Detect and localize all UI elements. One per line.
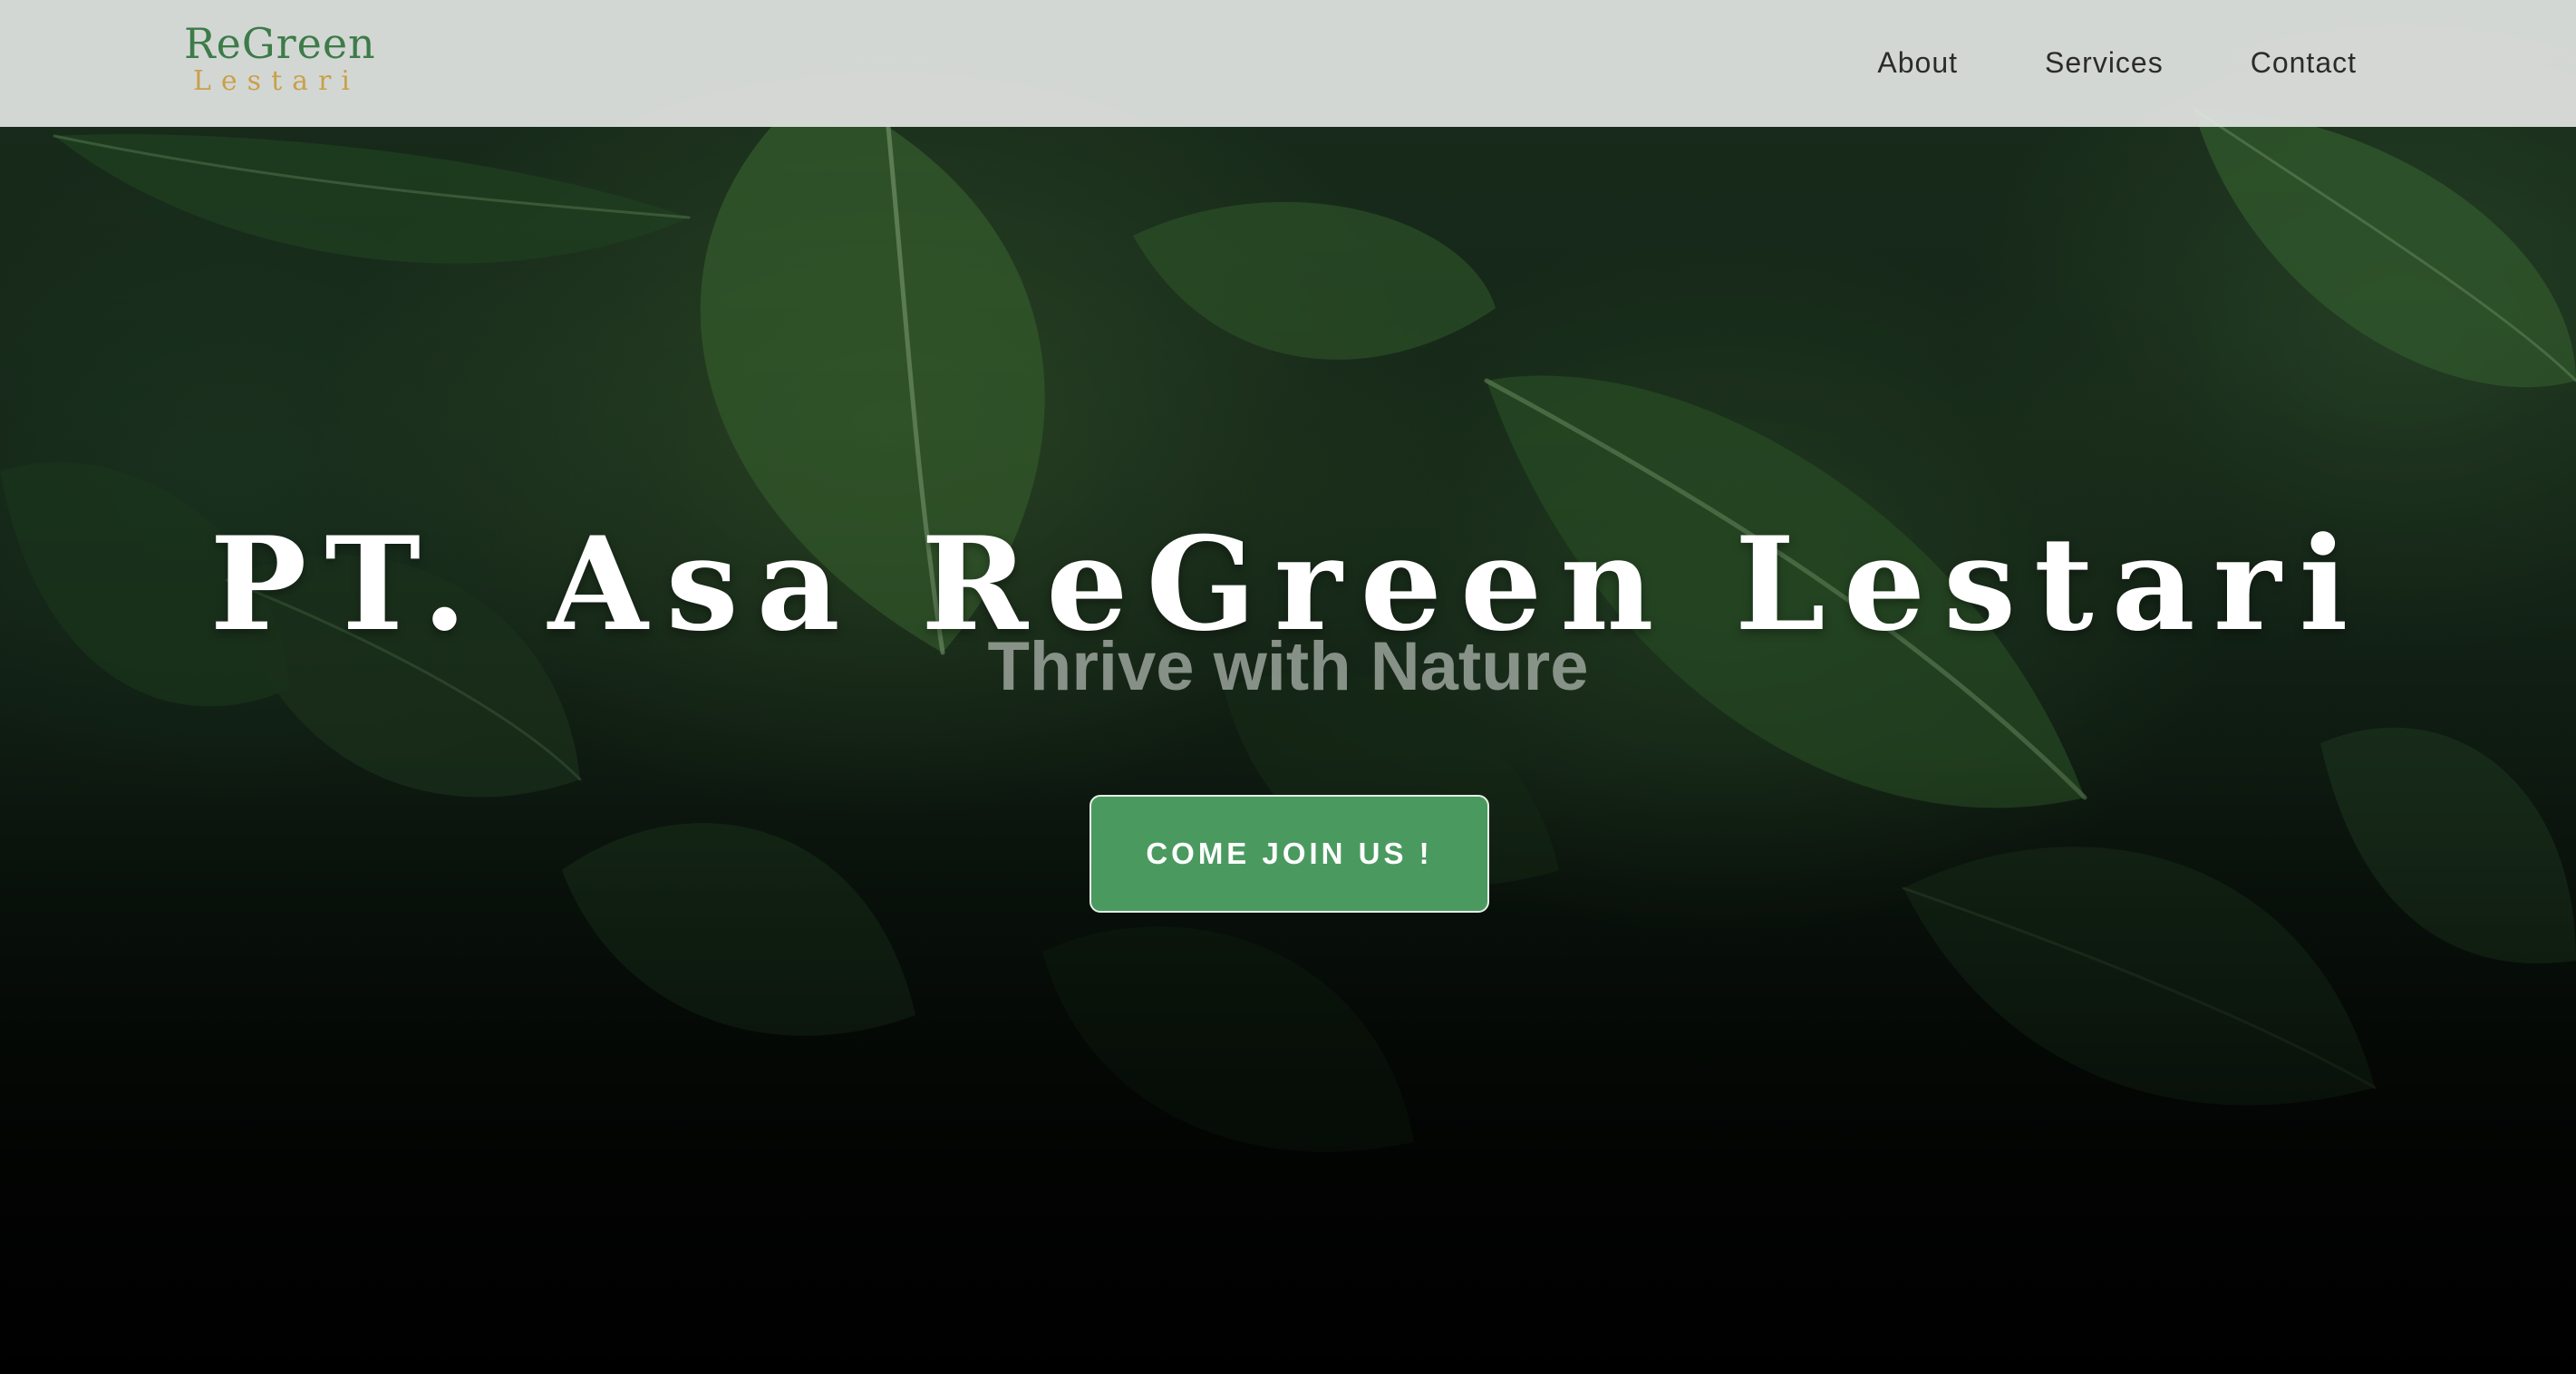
come-join-us-button[interactable]: COME JOIN US !: [1089, 795, 1489, 913]
hero-subtitle: Thrive with Nature: [987, 628, 1589, 705]
logo-wordmark-bottom: Lestari: [193, 65, 360, 97]
nav-link-services[interactable]: Services: [2045, 40, 2164, 85]
nav-link-about[interactable]: About: [1877, 40, 1958, 85]
navbar: ReGreen Lestari About Services Contact: [0, 0, 2576, 127]
nav-link-contact[interactable]: Contact: [2251, 40, 2357, 85]
main-nav: About Services Contact: [1877, 40, 2357, 85]
logo-wordmark-top: ReGreen: [184, 19, 376, 68]
company-logo[interactable]: ReGreen Lestari: [184, 20, 392, 102]
hero-section: PT. Asa ReGreen Lestari Thrive with Natu…: [0, 0, 2576, 1374]
